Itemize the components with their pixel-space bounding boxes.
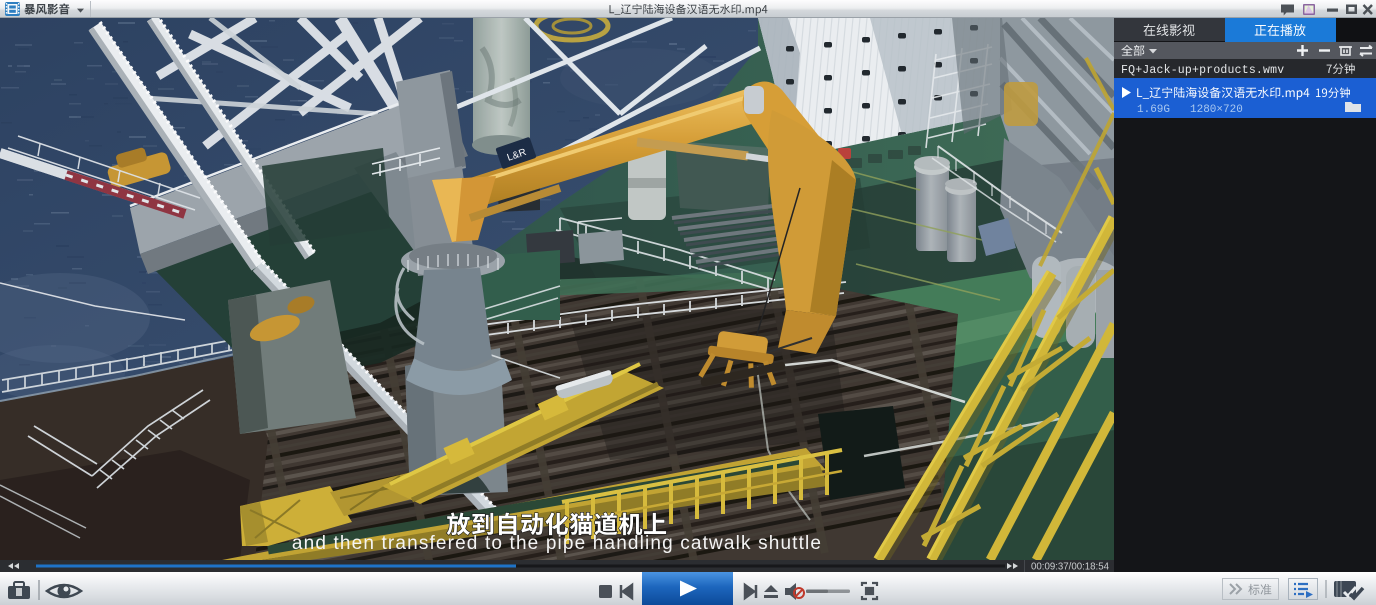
svg-text:FQ+Jack-up+products.wmv: FQ+Jack-up+products.wmv [1121, 64, 1284, 77]
svg-text:and then transfered to the pip: and then transfered to the pipe handling… [292, 533, 822, 554]
svg-text:00:09:37/00:18:54: 00:09:37/00:18:54 [1031, 561, 1109, 573]
svg-text:1.69G: 1.69G [1137, 104, 1170, 116]
svg-text:1280×720: 1280×720 [1190, 104, 1243, 116]
